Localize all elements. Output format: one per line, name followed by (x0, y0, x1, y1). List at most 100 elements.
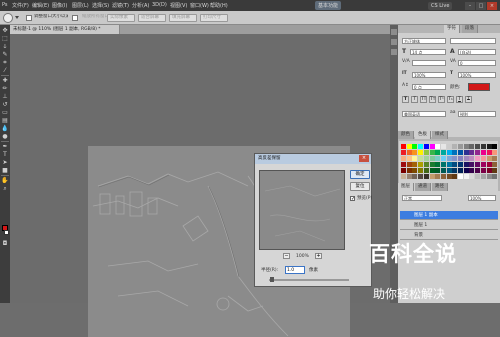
color-swatch[interactable] (446, 144, 452, 149)
text-color-swatch[interactable] (468, 83, 490, 91)
strikethrough-button[interactable]: T (465, 96, 472, 103)
menu-window[interactable]: 窗口(W) (190, 2, 209, 9)
color-swatch[interactable] (406, 156, 412, 161)
color-swatch[interactable] (452, 144, 458, 149)
color-swatch[interactable] (492, 162, 498, 167)
tab-paragraph[interactable]: 段落 (462, 25, 478, 33)
eraser-tool-icon[interactable]: ▭ (1, 109, 9, 116)
menu-select[interactable]: 选择(S) (92, 2, 109, 9)
menu-filter[interactable]: 滤镜(T) (112, 2, 129, 9)
blur-tool-icon[interactable]: 💧 (1, 125, 9, 132)
color-swatch[interactable] (486, 156, 492, 161)
fill-screen-button[interactable]: 填充屏幕 (169, 14, 197, 22)
lasso-tool-icon[interactable]: ↆ (1, 43, 9, 50)
quick-select-tool-icon[interactable]: ✎ (1, 51, 9, 58)
underline-button[interactable]: T (456, 96, 463, 103)
type-tool-icon[interactable]: T (1, 151, 9, 158)
brush-panel-icon[interactable] (391, 49, 397, 55)
tab-paths[interactable]: 路径 (432, 183, 448, 191)
color-swatch[interactable] (469, 174, 475, 179)
zoom-all-checkbox[interactable] (72, 15, 78, 21)
tab-swatches[interactable]: 色板 (415, 131, 431, 139)
workspace-switcher[interactable]: 基本功能 (315, 1, 342, 10)
leading-field[interactable]: (自动) (458, 49, 496, 55)
color-swatch[interactable] (429, 168, 435, 173)
faux-italic-button[interactable]: T (411, 96, 418, 103)
color-swatch[interactable] (406, 174, 412, 179)
font-style-select[interactable] (450, 38, 496, 44)
cs-live-button[interactable]: CS Live (428, 2, 453, 10)
zoom-out-button[interactable]: − (283, 253, 290, 259)
hand-tool-icon[interactable]: ✋ (1, 177, 9, 184)
pen-tool-icon[interactable]: ✒ (1, 143, 9, 150)
menu-edit[interactable]: 编辑(E) (32, 2, 49, 9)
color-swatch[interactable] (452, 150, 458, 155)
color-swatch[interactable] (475, 144, 481, 149)
gradient-tool-icon[interactable]: ▤ (1, 117, 9, 124)
color-swatch[interactable] (475, 150, 481, 155)
background-color-swatch[interactable] (4, 230, 9, 235)
color-swatch[interactable] (458, 174, 463, 179)
tab-styles[interactable]: 样式 (432, 131, 448, 139)
color-swatch[interactable] (401, 156, 406, 161)
color-swatch[interactable] (423, 174, 429, 179)
minimize-button[interactable]: – (465, 2, 475, 10)
language-select[interactable]: 美国英语 (402, 111, 446, 117)
color-swatch[interactable] (469, 144, 475, 149)
color-swatch[interactable] (469, 168, 475, 173)
color-swatch[interactable] (406, 150, 412, 155)
healing-tool-icon[interactable]: ✚ (1, 77, 9, 84)
color-swatch[interactable] (475, 156, 481, 161)
path-select-tool-icon[interactable]: ➤ (1, 159, 9, 166)
color-swatch[interactable] (463, 144, 469, 149)
menu-3d[interactable]: 3D(D) (152, 2, 167, 8)
actions-panel-icon[interactable] (391, 39, 397, 45)
color-swatch[interactable] (486, 174, 492, 179)
actual-pixels-button[interactable]: 实际像素 (107, 14, 135, 22)
dialog-close-button[interactable]: × (359, 155, 369, 162)
brush-tool-icon[interactable]: ✏ (1, 85, 9, 92)
anti-alias-select[interactable]: 锐利 (458, 111, 496, 117)
stamp-tool-icon[interactable]: ⊥ (1, 93, 9, 100)
zoom-icon[interactable] (3, 13, 13, 23)
color-swatch[interactable] (480, 174, 486, 179)
all-caps-button[interactable]: TT (420, 96, 427, 103)
color-swatch[interactable] (423, 150, 429, 155)
crop-tool-icon[interactable]: ⌗ (1, 59, 9, 66)
tab-layers[interactable]: 图层 (398, 183, 414, 191)
color-swatch[interactable] (429, 144, 435, 149)
font-family-select[interactable]: 方正姚体 (402, 38, 446, 44)
color-swatch[interactable] (406, 162, 412, 167)
color-swatch[interactable] (480, 156, 486, 161)
color-swatch[interactable] (452, 162, 458, 167)
color-swatch[interactable] (423, 168, 429, 173)
history-brush-tool-icon[interactable]: ↺ (1, 101, 9, 108)
marquee-tool-icon[interactable]: ⬚ (1, 35, 9, 42)
tab-color[interactable]: 颜色 (398, 131, 414, 139)
color-swatch[interactable] (463, 156, 469, 161)
color-swatch[interactable] (446, 174, 452, 179)
color-swatch[interactable] (440, 156, 446, 161)
menu-analysis[interactable]: 分析(A) (132, 2, 149, 9)
preview-checkbox[interactable]: ✓ (350, 196, 355, 202)
color-swatch[interactable] (429, 174, 435, 179)
layer-row[interactable]: 图层 1 副本 (400, 211, 498, 220)
color-swatch[interactable] (480, 162, 486, 167)
color-swatch[interactable] (452, 168, 458, 173)
color-swatch[interactable] (480, 144, 486, 149)
color-swatch[interactable] (406, 168, 412, 173)
history-panel-icon[interactable] (391, 29, 397, 35)
tracking-field[interactable]: 0 (458, 60, 496, 66)
color-swatch[interactable] (440, 168, 446, 173)
color-swatch[interactable] (446, 162, 452, 167)
superscript-button[interactable]: T¹ (438, 96, 445, 103)
radius-slider-thumb[interactable] (270, 277, 274, 282)
dodge-tool-icon[interactable]: ● (1, 133, 9, 140)
color-swatch[interactable] (486, 162, 492, 167)
horizontal-scale-field[interactable]: 100% (458, 72, 496, 78)
kerning-field[interactable] (412, 60, 446, 66)
color-swatch[interactable] (435, 156, 441, 161)
color-swatch[interactable] (418, 156, 424, 161)
color-swatch[interactable] (463, 168, 469, 173)
font-size-field[interactable]: 14 点 (410, 49, 446, 55)
